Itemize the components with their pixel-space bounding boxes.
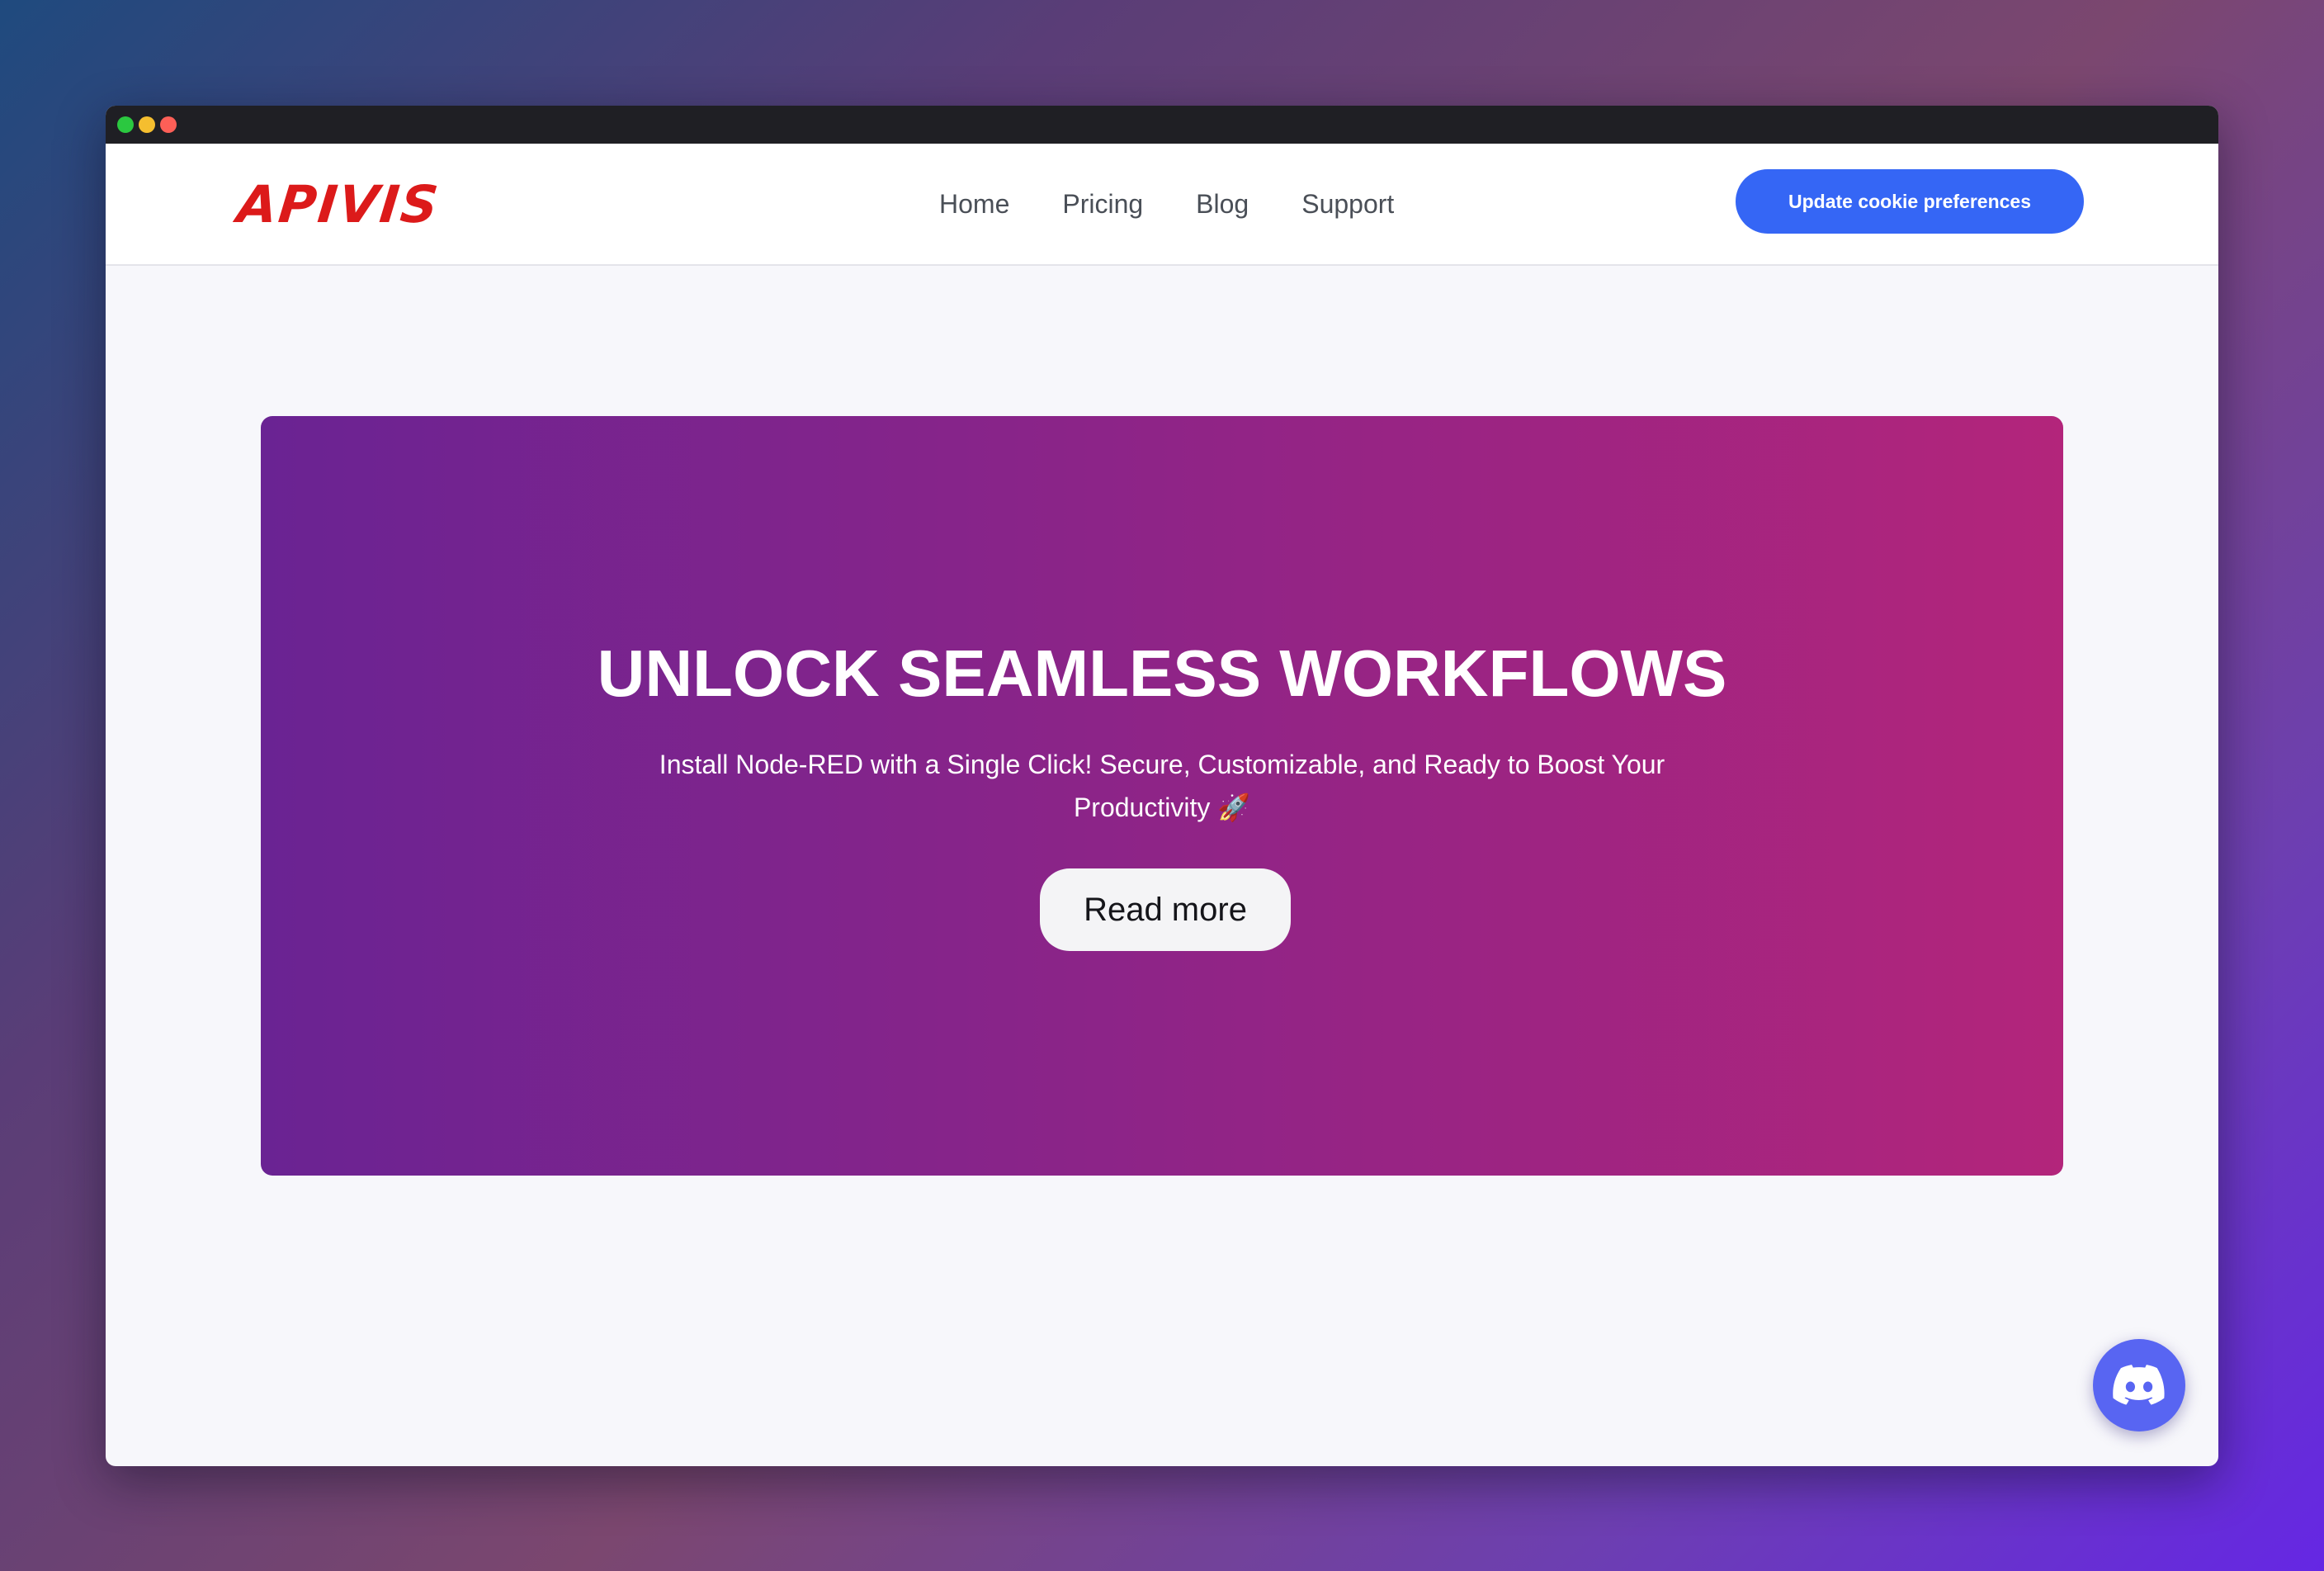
nav-link-home[interactable]: Home [939, 189, 1009, 220]
window-yellow-dot[interactable] [139, 116, 155, 133]
site-header: APIVIS Home Pricing Blog Support Update … [106, 144, 2218, 266]
nav-link-support[interactable]: Support [1301, 189, 1394, 220]
window-green-dot[interactable] [117, 116, 134, 133]
hero-banner: UNLOCK SEAMLESS WORKFLOWS Install Node-R… [261, 416, 2063, 1176]
update-cookie-preferences-button[interactable]: Update cookie preferences [1736, 169, 2084, 234]
window-titlebar [106, 106, 2218, 144]
main-nav: Home Pricing Blog Support [939, 144, 1394, 264]
window-red-dot[interactable] [160, 116, 177, 133]
hero-title: UNLOCK SEAMLESS WORKFLOWS [597, 636, 1727, 710]
discord-icon [2113, 1365, 2165, 1405]
apivis-logo[interactable]: APIVIS [234, 174, 442, 234]
browser-window: APIVIS Home Pricing Blog Support Update … [106, 106, 2218, 1466]
nav-link-blog[interactable]: Blog [1196, 189, 1249, 220]
read-more-button[interactable]: Read more [1040, 868, 1291, 951]
nav-link-pricing[interactable]: Pricing [1062, 189, 1143, 220]
hero-subtitle: Install Node-RED with a Single Click! Se… [659, 750, 1665, 822]
discord-chat-button[interactable] [2093, 1339, 2185, 1431]
